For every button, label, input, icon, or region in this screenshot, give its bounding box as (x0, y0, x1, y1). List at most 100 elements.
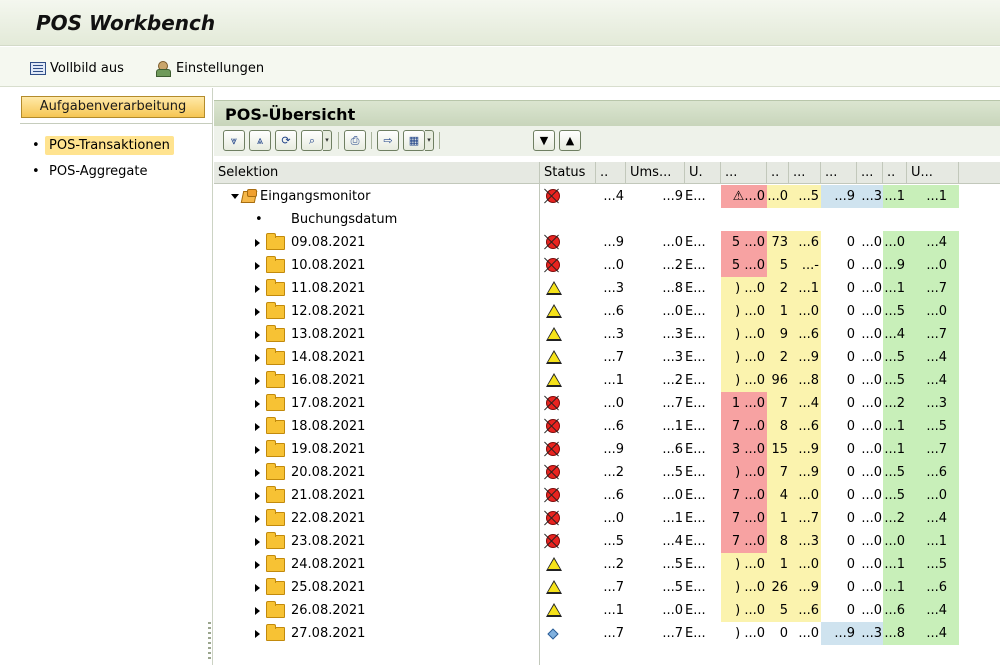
splitter-handle[interactable] (208, 622, 211, 662)
col-header-d2[interactable]: .. (767, 162, 789, 184)
col-header-d1[interactable]: ... (721, 162, 767, 184)
cell-selection: 19.08.2021 (214, 438, 539, 461)
cell-d2: 9 (767, 323, 789, 346)
panel-title: POS-Übersicht (225, 105, 356, 124)
expand-arrow-icon[interactable] (255, 400, 260, 408)
col-header-d4[interactable]: ... (821, 162, 857, 184)
tree-row-date[interactable]: 20.08.2021 ...2 ...5 E...) ...0 7 ...9 0 ...0..… (214, 461, 1000, 484)
expand-arrow-icon[interactable] (255, 308, 260, 316)
tree-row-date[interactable]: 26.08.2021 ...1 ...0 E...) ...0 5 ...6 0 ...0..… (214, 599, 1000, 622)
tree-row-date[interactable]: 10.08.2021 ...0 ...2 E... 5 ...0 5 ...- 0 ...0..… (214, 254, 1000, 277)
expand-arrow-icon[interactable] (255, 446, 260, 454)
cell-d3: ...3 (789, 530, 821, 553)
cell-selection: 11.08.2021 (214, 277, 539, 300)
cell-unit: E... (685, 350, 706, 365)
find-button[interactable]: ⌕ (301, 130, 323, 151)
expand-arrow-icon[interactable] (255, 377, 260, 385)
tree-row-date[interactable]: 21.08.2021 ...6 ...0 E... 7 ...0 4 ...0 0 ...0..… (214, 484, 1000, 507)
tree-row-date[interactable]: 13.08.2021 ...3 ...3 E...) ...0 9 ...6 0 ...0..… (214, 323, 1000, 346)
col-header-sales[interactable]: Ums... (626, 162, 685, 184)
cell-d5: ...0 (861, 327, 882, 342)
tree-row-date[interactable]: 23.08.2021 ...5 ...4 E... 7 ...0 8 ...3 0 ...0..… (214, 530, 1000, 553)
expand-arrow-icon[interactable] (255, 469, 260, 477)
cell-selection: 22.08.2021 (214, 507, 539, 530)
tree-row-date[interactable]: 17.08.2021 ...0 ...7 E... 1 ...0 7 ...4 0 ...0..… (214, 392, 1000, 415)
cell-unit: E... (685, 281, 706, 296)
col-header-d3[interactable]: ... (789, 162, 821, 184)
fullscreen-off-button[interactable]: Vollbild aus (30, 58, 124, 78)
tree-row-date[interactable]: 22.08.2021 ...0 ...1 E... 7 ...0 1 ...7 0 ...0..… (214, 507, 1000, 530)
tree-row-date[interactable]: 27.08.2021 ...7 ...7 E...) ...0 0 ...0 ...9...… (214, 622, 1000, 645)
col-header-count[interactable]: .. (596, 162, 626, 184)
cell-d2: 73 (767, 231, 789, 254)
cell-status (541, 277, 596, 300)
cell-selection: 25.08.2021 (214, 576, 539, 599)
tree-row-date[interactable]: 18.08.2021 ...6 ...1 E... 7 ...0 8 ...6 0 ...0..… (214, 415, 1000, 438)
settings-label: Einstellungen (176, 60, 265, 76)
date-label: 20.08.2021 (291, 465, 366, 480)
layout-button[interactable]: ▦ (403, 130, 425, 151)
expand-arrow-icon[interactable] (255, 561, 260, 569)
tree-row-date[interactable]: 16.08.2021 ...1 ...2 E...) ...0 96 ...8 0 ...0.… (214, 369, 1000, 392)
date-label: 19.08.2021 (291, 442, 366, 457)
cell-d1: ) ...0 (735, 626, 765, 641)
col-header-d5[interactable]: ... (857, 162, 883, 184)
col-header-d7[interactable]: U... (907, 162, 959, 184)
expand-arrow-icon[interactable] (255, 423, 260, 431)
folder-icon (266, 532, 285, 549)
cell-status (541, 484, 596, 507)
col-header-selection[interactable]: Selektion (214, 162, 540, 184)
tree-row-date[interactable]: 25.08.2021 ...7 ...5 E...) ...0 26 ...9 0 ...0.… (214, 576, 1000, 599)
col-header-d6[interactable]: .. (883, 162, 907, 184)
cell-d4: 0 (846, 327, 855, 342)
expand-arrow-icon[interactable] (255, 538, 260, 546)
expand-arrow-icon[interactable] (255, 239, 260, 247)
date-label: 09.08.2021 (291, 235, 366, 250)
cell-d5: ...0 (861, 488, 882, 503)
expand-arrow-icon[interactable] (255, 262, 260, 270)
cell-d5: ...0 (861, 419, 882, 434)
move-up-button[interactable]: ▲ (559, 130, 581, 151)
tree-row-date[interactable]: 14.08.2021 ...7 ...3 E...) ...0 2 ...9 0 ...0..… (214, 346, 1000, 369)
col-header-unit[interactable]: U. (685, 162, 721, 184)
cell-d6: ...0 (883, 231, 907, 254)
cell-selection: 17.08.2021 (214, 392, 539, 415)
print-button[interactable]: ⎙ (344, 130, 366, 151)
nav-item-label: POS-Transaktionen (45, 136, 174, 155)
cell-d7: ...4 (907, 622, 959, 645)
move-down-button[interactable]: ▼ (533, 130, 555, 151)
expand-arrow-icon[interactable] (255, 492, 260, 500)
window-title: POS Workbench (36, 11, 216, 35)
cell-d7: ...0 (907, 254, 959, 277)
expand-arrow-icon[interactable] (255, 630, 260, 638)
expand-arrow-icon[interactable] (255, 354, 260, 362)
task-processing-tab[interactable]: Aufgabenverarbeitung (21, 96, 205, 118)
settings-button[interactable]: Einstellungen (156, 58, 264, 78)
expand-arrow-icon[interactable] (255, 285, 260, 293)
expand-arrow-icon[interactable] (255, 515, 260, 523)
col-header-status[interactable]: Status (540, 162, 596, 184)
tree-row-date[interactable]: 12.08.2021 ...6 ...0 E...) ...0 1 ...0 0 ...0..… (214, 300, 1000, 323)
collapse-arrow-icon[interactable] (231, 194, 239, 199)
tree-row-date[interactable]: 24.08.2021 ...2 ...5 E...) ...0 1 ...0 0 ...0..… (214, 553, 1000, 576)
cell-d3: ...9 (789, 576, 821, 599)
cell-d7: ...7 (907, 277, 959, 300)
cell-selection: 14.08.2021 (214, 346, 539, 369)
refresh-button[interactable]: ⟳ (275, 130, 297, 151)
layout-dropdown[interactable]: ▾ (425, 130, 434, 151)
date-label: 23.08.2021 (291, 534, 366, 549)
expand-arrow-icon[interactable] (255, 331, 260, 339)
title-bar: POS Workbench (0, 0, 1000, 46)
expand-arrow-icon[interactable] (255, 607, 260, 615)
tree-row-date[interactable]: 11.08.2021 ...3 ...8 E...) ...0 2 ...1 0 ...0..… (214, 277, 1000, 300)
tree-row-root[interactable]: Eingangsmonitor ...4 ...9 E... ⚠...0 ...0 ...5… (214, 185, 1000, 208)
cell-d2: 1 (767, 507, 789, 530)
find-dropdown[interactable]: ▾ (323, 130, 332, 151)
tree-row-date[interactable]: 09.08.2021 ...9 ...0 E... 5 ...0 73 ...6 0 ...0.… (214, 231, 1000, 254)
tree-row-date[interactable]: 19.08.2021 ...9 ...6 E... 3 ...0 15 ...9 0 ...0.… (214, 438, 1000, 461)
expand-all-button[interactable]: ⩔ (223, 130, 245, 151)
status-warning-icon (546, 327, 562, 341)
export-button[interactable]: ⇨ (377, 130, 399, 151)
expand-arrow-icon[interactable] (255, 584, 260, 592)
collapse-all-button[interactable]: ⩓ (249, 130, 271, 151)
